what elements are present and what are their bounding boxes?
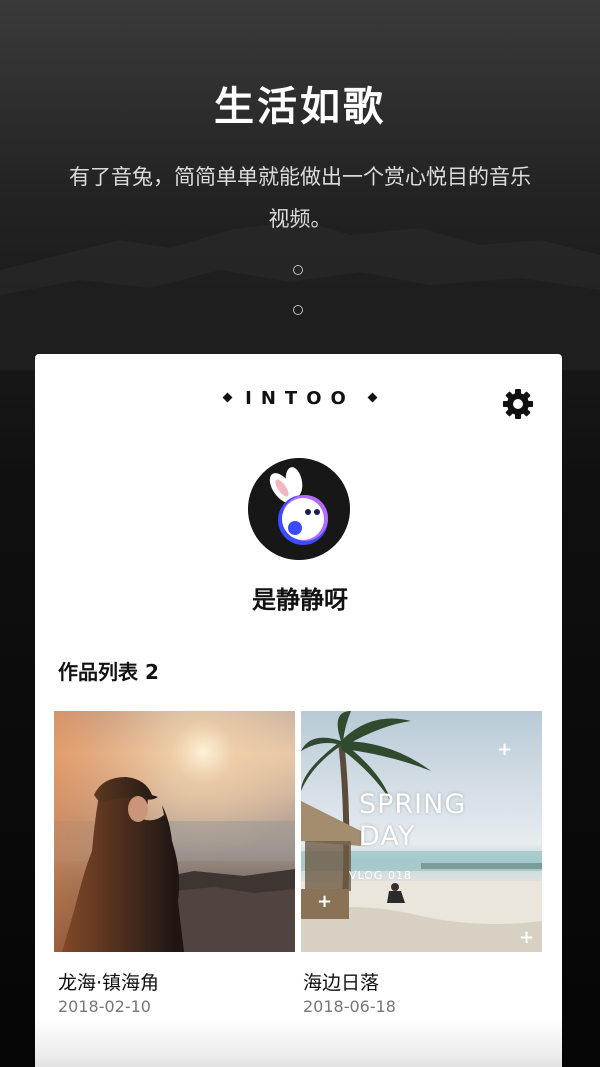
work-thumbnail-2[interactable]: SPRING DAY VLOG 018 + + + [301,711,542,952]
plus-icon: + [497,739,513,760]
avatar[interactable] [248,458,350,560]
thumbnail-overlay-title: SPRING DAY [359,789,467,852]
carousel-dot-1[interactable] [293,265,303,275]
diamond-right-icon [367,392,378,403]
plus-icon: + [519,927,535,948]
work-date-1: 2018-02-10 [58,997,151,1016]
rabbit-logo-icon [248,458,350,560]
work-title-1: 龙海·镇海角 [58,972,160,994]
work-date-2: 2018-06-18 [303,997,396,1016]
diamond-left-icon [222,392,233,403]
hero-subtitle: 有了音兔，简简单单就能做出一个赏心悦目的音乐视频。 [69,165,531,231]
works-list-title: 作品列表 2 [58,660,159,684]
gear-icon[interactable] [500,386,536,422]
username: 是静静呀 [252,586,348,614]
hero-headline: 生活如歌 [214,84,386,130]
scroll-fade [35,1017,562,1067]
work-thumbnail-1[interactable] [54,711,295,952]
work-title-2: 海边日落 [303,972,380,994]
thumbnail-overlay-subtitle: VLOG 018 [349,869,412,882]
carousel-dot-2[interactable] [293,305,303,315]
plus-icon: + [317,891,333,912]
